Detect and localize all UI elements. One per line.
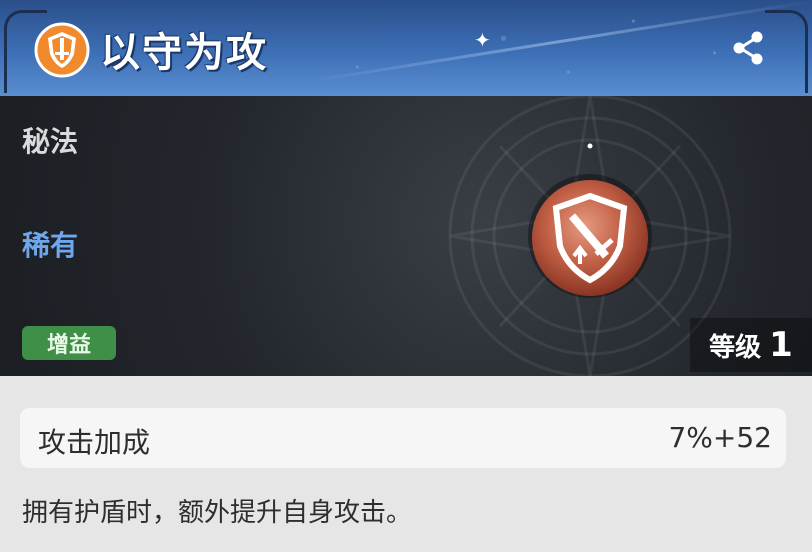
skill-rarity: 稀有 [22,229,79,262]
stat-value: 7%+52 [668,421,772,454]
shield-sword-icon [34,22,90,78]
skill-category: 秘法 [22,125,79,158]
sparkle-icon: ✦ [474,28,491,52]
level-value: 1 [769,325,793,365]
level-label: 等级 [709,332,762,363]
frame-corner-right [765,10,808,93]
page-title: 以守为攻 [100,30,268,76]
skill-banner: 秘法 稀有 增益 等级 1 [0,96,812,376]
skill-description: 拥有护盾时，额外提升自身攻击。 [22,498,413,528]
level-indicator: 等级 1 [690,318,812,372]
share-icon[interactable] [728,28,768,68]
skill-card: ✦ 以守为攻 秘法 稀有 增益 等级 1 攻击加成 7%+52 拥有护盾时，额外… [0,0,812,552]
stat-row: 攻击加成 7%+52 [20,408,786,468]
header-bar: ✦ 以守为攻 [0,0,812,96]
buff-tag: 增益 [22,326,116,360]
shield-sword-attack-up-icon [532,180,648,296]
stat-name: 攻击加成 [38,426,151,459]
